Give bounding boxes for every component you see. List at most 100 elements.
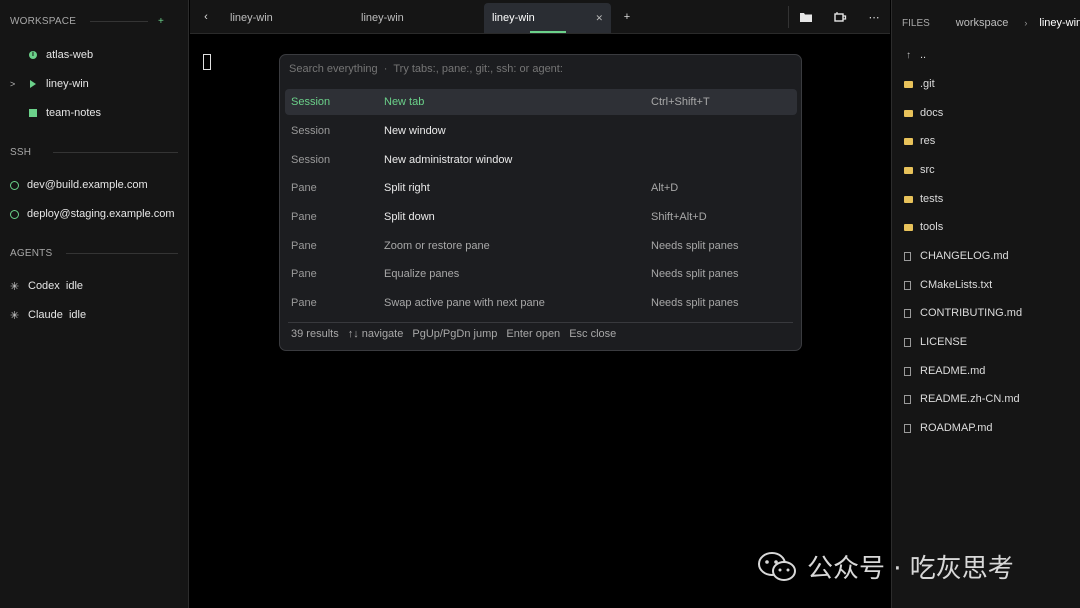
file-item[interactable]: LICENSE — [904, 332, 967, 352]
file-item[interactable]: CHANGELOG.md — [904, 246, 1009, 266]
ssh-host-item[interactable]: dev@build.example.com — [10, 175, 178, 195]
ssh-heading: SSH — [10, 147, 32, 158]
breadcrumb-workspace[interactable]: workspace — [956, 17, 1009, 29]
toolbar-divider — [788, 6, 789, 28]
file-item-folder[interactable]: tests — [904, 189, 943, 209]
folder-icon — [904, 80, 913, 88]
agent-item-codex[interactable]: ✳ Codex idle — [10, 276, 178, 296]
palette-row-name: New administrator window — [384, 154, 513, 166]
add-workspace-button[interactable]: + — [158, 16, 164, 27]
ssh-host-item[interactable]: deploy@staging.example.com — [10, 204, 178, 224]
agent-label: Codex idle — [28, 280, 84, 292]
file-label: docs — [920, 107, 944, 119]
parent-directory-item[interactable]: ↑ .. — [904, 45, 926, 65]
workspace-item-atlas-web[interactable]: i atlas-web — [10, 45, 178, 65]
file-label: src — [920, 164, 935, 176]
file-item[interactable]: README.md — [904, 361, 985, 381]
file-label: res — [920, 135, 936, 147]
palette-row-shortcut: Shift+Alt+D — [651, 211, 707, 223]
palette-row-split-down[interactable]: Pane Split down Shift+Alt+D — [285, 204, 797, 230]
workspace-heading: WORKSPACE — [10, 16, 77, 27]
file-label: README.md — [920, 365, 986, 377]
workspace-label: team-notes — [46, 107, 102, 119]
file-item[interactable]: CMakeLists.txt — [904, 275, 992, 295]
folder-icon — [904, 137, 913, 145]
file-item-folder[interactable]: .git — [904, 74, 935, 94]
ssh-host-label: dev@build.example.com — [27, 179, 148, 191]
file-item[interactable]: CONTRIBUTING.md — [904, 303, 1022, 323]
tab-liney-win-2[interactable]: liney-win — [361, 3, 481, 33]
palette-row-category: Pane — [291, 268, 317, 280]
tab-label: liney-win — [492, 12, 535, 24]
workspace-item-liney-win[interactable]: > liney-win — [10, 74, 178, 94]
folder-icon — [904, 109, 913, 117]
workspace-label: atlas-web — [46, 49, 94, 61]
palette-row-zoom-pane[interactable]: Pane Zoom or restore pane Needs split pa… — [285, 233, 797, 259]
file-label: tests — [920, 193, 944, 205]
palette-row-category: Session — [291, 96, 331, 108]
watermark-text: 公众号 · 吃灰思考 — [807, 554, 1014, 584]
palette-row-split-right[interactable]: Pane Split right Alt+D — [285, 175, 797, 201]
file-label: .git — [920, 78, 935, 90]
open-hint: Enter open — [506, 328, 561, 340]
file-item[interactable]: ROADMAP.md — [904, 418, 993, 438]
folder-icon — [904, 166, 913, 174]
files-header: FILES workspace › liney-win — [902, 16, 1080, 30]
agents-heading: AGENTS — [10, 248, 53, 259]
file-item-folder[interactable]: res — [904, 131, 935, 151]
workspace-section-header: WORKSPACE + — [10, 16, 178, 27]
palette-row-swap-pane[interactable]: Pane Swap active pane with next pane Nee… — [285, 290, 797, 316]
palette-row-name: New tab — [384, 96, 425, 108]
file-label: .. — [920, 49, 927, 61]
close-tab-icon[interactable]: ✕ — [595, 13, 603, 24]
file-item[interactable]: README.zh-CN.md — [904, 389, 1020, 409]
chevron-right-icon: › — [1024, 18, 1028, 28]
file-icon — [904, 308, 911, 318]
palette-row-shortcut: Ctrl+Shift+T — [651, 96, 710, 108]
globe-icon — [10, 180, 19, 190]
palette-row-new-window[interactable]: Session New window — [285, 118, 797, 144]
file-label: ROADMAP.md — [920, 422, 993, 434]
palette-row-name: New window — [384, 125, 446, 137]
more-options-button[interactable]: ⋯ — [864, 0, 884, 34]
file-item-folder[interactable]: src — [904, 160, 935, 180]
info-dot-icon: i — [29, 51, 37, 59]
folder-button[interactable] — [796, 0, 816, 34]
folder-icon — [800, 13, 812, 22]
command-palette: Session New tab Ctrl+Shift+T Session New… — [279, 54, 802, 351]
agents-section-header: AGENTS — [10, 248, 178, 259]
palette-row-new-tab[interactable]: Session New tab Ctrl+Shift+T — [285, 89, 797, 115]
active-workspace-marker: > — [10, 79, 16, 89]
result-count: 39 results — [291, 328, 339, 340]
breadcrumb-current[interactable]: liney-win — [1039, 17, 1080, 29]
new-tab-button[interactable]: + — [619, 0, 635, 34]
file-label: CHANGELOG.md — [920, 250, 1009, 262]
palette-row-equalize-panes[interactable]: Pane Equalize panes Needs split panes — [285, 261, 797, 287]
file-item-folder[interactable]: docs — [904, 103, 943, 123]
workspace-item-team-notes[interactable]: team-notes — [10, 103, 178, 123]
tab-liney-win-1[interactable]: liney-win — [230, 3, 350, 33]
tab-bar: ‹ liney-win liney-win liney-win ✕ + ⋯ — [190, 0, 890, 34]
palette-row-new-admin-window[interactable]: Session New administrator window — [285, 147, 797, 173]
file-icon — [904, 366, 911, 376]
palette-row-category: Pane — [291, 297, 317, 309]
tab-liney-win-active[interactable]: liney-win ✕ — [484, 3, 611, 33]
palette-search-input[interactable] — [289, 61, 789, 77]
palette-row-name: Zoom or restore pane — [384, 240, 490, 252]
files-sidebar: FILES workspace › liney-win ↑ .. .git do… — [891, 0, 1080, 608]
palette-row-shortcut: Needs split panes — [651, 268, 739, 280]
workspace-sidebar: WORKSPACE + i atlas-web > liney-win team… — [0, 0, 189, 608]
globe-icon — [10, 209, 19, 219]
palette-row-category: Pane — [291, 211, 317, 223]
agent-item-claude[interactable]: ✳ Claude idle — [10, 305, 178, 325]
file-item-folder[interactable]: tools — [904, 217, 943, 237]
palette-row-shortcut: Needs split panes — [651, 240, 739, 252]
files-heading: FILES — [902, 17, 930, 29]
file-label: README.zh-CN.md — [920, 393, 1020, 405]
palette-row-category: Pane — [291, 240, 317, 252]
tab-scroll-left-button[interactable]: ‹ — [198, 0, 214, 34]
watermark: 公众号 · 吃灰思考 — [757, 548, 1014, 585]
cup-button[interactable] — [830, 0, 850, 34]
arrow-up-icon: ↑ — [906, 49, 911, 61]
navigate-hint: ↑↓ navigate — [347, 328, 404, 340]
